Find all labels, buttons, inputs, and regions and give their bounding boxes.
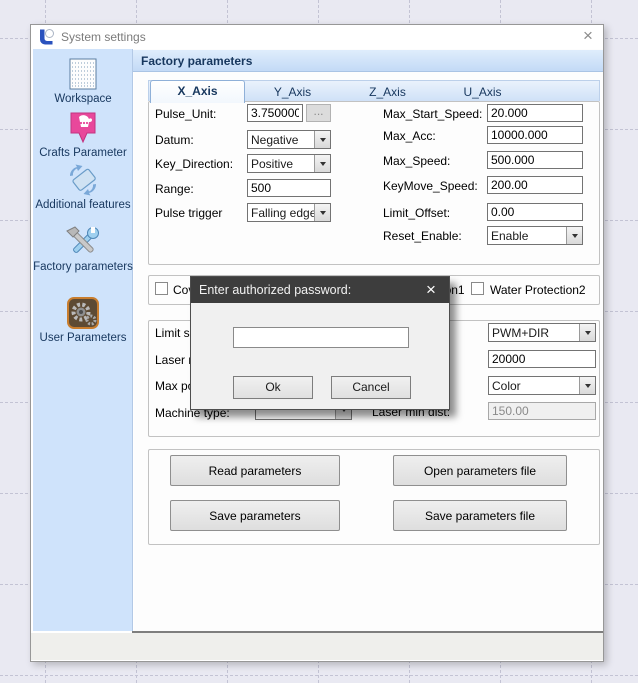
dropdown-arrow-icon bbox=[314, 131, 330, 148]
user-parameters-icon bbox=[66, 296, 100, 330]
sidebar-item-crafts-parameter[interactable]: Crafts Parameter bbox=[33, 111, 133, 160]
laser-min-dist-input bbox=[488, 402, 596, 420]
desktop-grid-line bbox=[0, 675, 638, 676]
max-speed-input[interactable] bbox=[487, 151, 583, 169]
read-parameters-button[interactable]: Read parameters bbox=[170, 455, 340, 486]
cancel-button[interactable]: Cancel bbox=[331, 376, 411, 399]
window-bottom-strip bbox=[31, 633, 603, 660]
crafts-parameter-icon bbox=[67, 111, 99, 145]
sidebar-item-label: Crafts Parameter bbox=[33, 147, 133, 160]
pulse-unit-label: Pulse_Unit: bbox=[155, 107, 216, 121]
dropdown-arrow-icon bbox=[579, 324, 595, 341]
dialog-close-button[interactable]: × bbox=[421, 282, 441, 298]
desktop-background: System settings × Workspace bbox=[0, 0, 638, 683]
range-label: Range: bbox=[155, 182, 194, 196]
window-title: System settings bbox=[61, 30, 146, 44]
laser-num-input[interactable] bbox=[488, 350, 596, 368]
reset-enable-label: Reset_Enable: bbox=[383, 229, 462, 243]
page-title: Factory parameters bbox=[133, 50, 603, 72]
window-close-button[interactable]: × bbox=[579, 28, 597, 46]
tab-u-axis[interactable]: U_Axis bbox=[435, 83, 530, 102]
ok-button[interactable]: Ok bbox=[233, 376, 313, 399]
window-titlebar[interactable]: System settings × bbox=[31, 25, 603, 49]
axis-tabstrip: X_Axis Y_Axis Z_Axis U_Axis bbox=[148, 80, 600, 101]
pulse-unit-browse-button[interactable]: ... bbox=[306, 104, 331, 122]
dropdown-arrow-icon bbox=[314, 204, 330, 221]
open-parameters-file-button[interactable]: Open parameters file bbox=[393, 455, 567, 486]
password-dialog-title: Enter authorized password: bbox=[199, 283, 351, 297]
key-direction-select[interactable]: Positive bbox=[247, 154, 331, 173]
cover-protection-checkbox[interactable] bbox=[155, 282, 168, 295]
max-start-speed-input[interactable] bbox=[487, 104, 583, 122]
dropdown-arrow-icon bbox=[579, 377, 595, 394]
sidebar-item-label: Factory parameters bbox=[33, 261, 133, 274]
pulse-trigger-label: Pulse trigger bbox=[155, 206, 222, 220]
pulse-trigger-select[interactable]: Falling edge bbox=[247, 203, 331, 222]
reset-enable-select[interactable]: Enable bbox=[487, 226, 583, 245]
sidebar-item-factory-parameters[interactable]: Factory parameters bbox=[33, 225, 133, 274]
water-protection2-label: Water Protection2 bbox=[490, 283, 586, 297]
keymove-speed-label: KeyMove_Speed: bbox=[383, 179, 478, 193]
sidebar-item-label: Additional features bbox=[33, 199, 133, 212]
save-parameters-file-button[interactable]: Save parameters file bbox=[393, 500, 567, 531]
workspace-grid-icon bbox=[66, 57, 100, 91]
sidebar-item-user-parameters[interactable]: User Parameters bbox=[33, 296, 133, 345]
password-input[interactable] bbox=[233, 327, 409, 348]
key-direction-label: Key_Direction: bbox=[155, 157, 233, 171]
dropdown-arrow-icon bbox=[566, 227, 582, 244]
limit-offset-input[interactable] bbox=[487, 203, 583, 221]
sidebar-item-label: User Parameters bbox=[33, 332, 133, 345]
max-acc-label: Max_Acc: bbox=[383, 129, 436, 143]
password-dialog: Enter authorized password: × Ok Cancel bbox=[190, 276, 450, 410]
datum-label: Datum: bbox=[155, 133, 194, 147]
max-power-select[interactable]: Color bbox=[488, 376, 596, 395]
sidebar-item-label: Workspace bbox=[33, 93, 133, 106]
max-acc-input[interactable] bbox=[487, 126, 583, 144]
save-parameters-button[interactable]: Save parameters bbox=[170, 500, 340, 531]
sidebar: Workspace Crafts Parameter bbox=[33, 49, 133, 631]
dropdown-arrow-icon bbox=[314, 155, 330, 172]
water-protection2-checkbox[interactable] bbox=[471, 282, 484, 295]
keymove-speed-input[interactable] bbox=[487, 176, 583, 194]
limit-signal-select[interactable]: PWM+DIR bbox=[488, 323, 596, 342]
sidebar-item-workspace[interactable]: Workspace bbox=[33, 57, 133, 106]
limit-offset-label: Limit_Offset: bbox=[383, 206, 450, 220]
max-speed-label: Max_Speed: bbox=[383, 154, 450, 168]
factory-parameters-icon bbox=[65, 225, 101, 259]
password-dialog-titlebar[interactable]: Enter authorized password: × bbox=[191, 277, 449, 303]
tab-x-axis[interactable]: X_Axis bbox=[150, 80, 245, 103]
pulse-unit-input[interactable] bbox=[247, 104, 303, 122]
sidebar-item-additional-features[interactable]: Additional features bbox=[33, 163, 133, 212]
tab-y-axis[interactable]: Y_Axis bbox=[245, 83, 340, 102]
additional-features-icon bbox=[65, 163, 101, 197]
range-input[interactable] bbox=[247, 179, 331, 197]
tab-z-axis[interactable]: Z_Axis bbox=[340, 83, 435, 102]
datum-select[interactable]: Negative bbox=[247, 130, 331, 149]
max-start-speed-label: Max_Start_Speed: bbox=[383, 107, 482, 121]
app-logo-icon bbox=[37, 28, 55, 46]
